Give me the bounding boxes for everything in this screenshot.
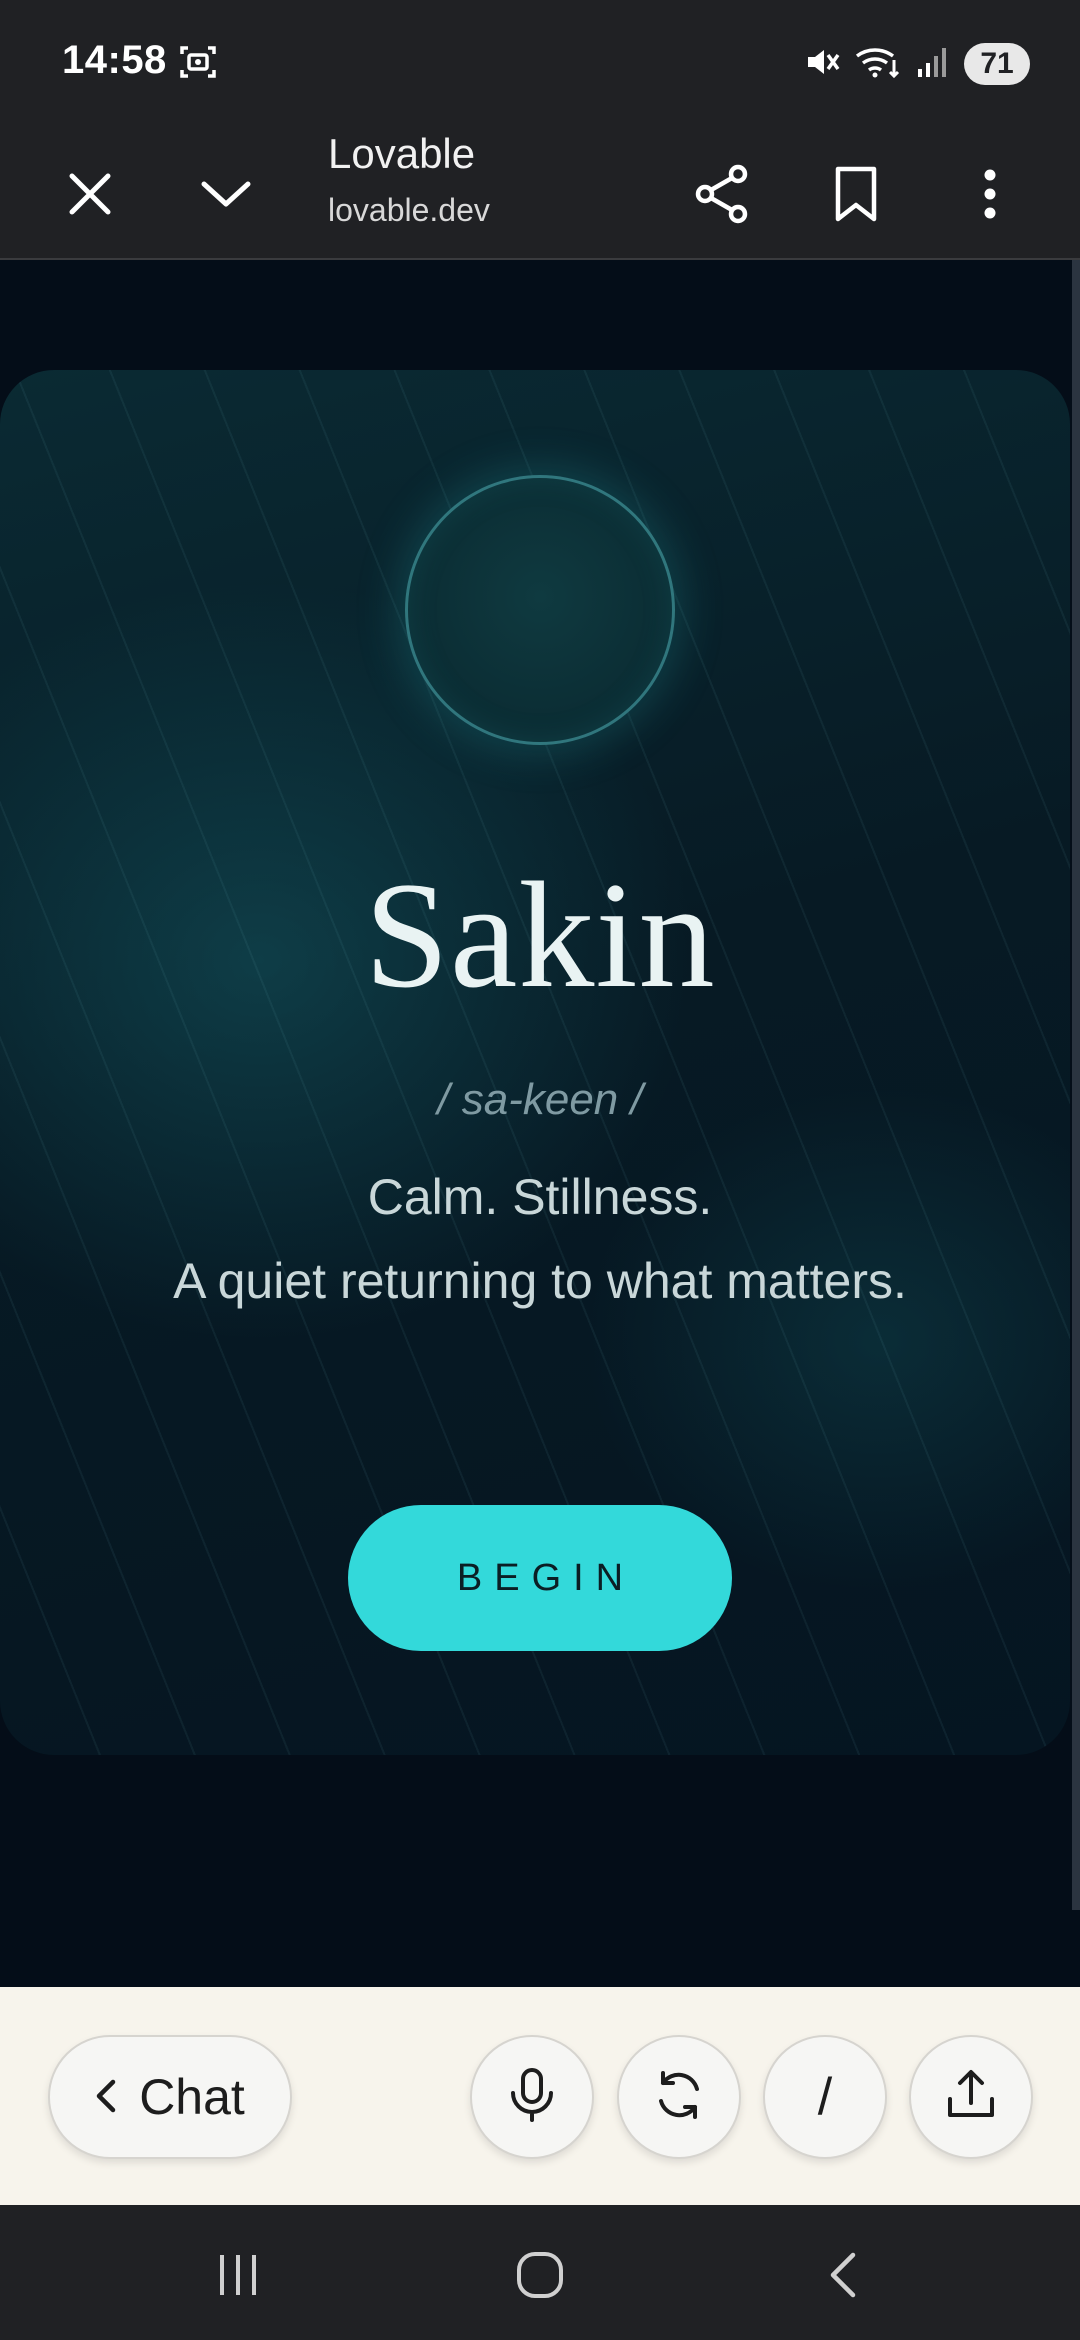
page-url[interactable]: lovable.dev [328, 192, 490, 229]
hero-tagline-2: A quiet returning to what matters. [173, 1253, 907, 1309]
bottom-app-bar: Chat / [0, 1987, 1080, 2205]
hero-phonetic: / sa-keen / [437, 1075, 643, 1124]
share-upload-button[interactable] [909, 2035, 1033, 2159]
status-icons: 71 [804, 36, 1030, 92]
browser-toolbar: Lovable lovable.dev [0, 128, 1080, 260]
battery-icon: 71 [964, 43, 1030, 85]
chat-button[interactable]: Chat [48, 2035, 292, 2159]
screenshot-icon [178, 42, 218, 82]
chevron-left-icon [95, 2068, 117, 2126]
page-title: Lovable [328, 130, 476, 177]
wifi-icon [854, 44, 902, 85]
chat-label: Chat [139, 2069, 245, 2125]
close-icon[interactable] [54, 158, 126, 230]
signal-icon [916, 45, 950, 84]
begin-button[interactable]: BEGIN [348, 1505, 732, 1651]
mic-button[interactable] [470, 2035, 594, 2159]
recents-icon[interactable] [198, 2235, 278, 2315]
hero-tagline-1: Calm. Stillness. [367, 1169, 713, 1225]
refresh-button[interactable] [617, 2035, 741, 2159]
status-bar: 14:58 71 [0, 0, 1080, 128]
share-icon[interactable] [686, 158, 758, 230]
system-nav-bar [0, 2205, 1080, 2340]
slash-button[interactable]: / [763, 2035, 887, 2159]
slash-label: / [817, 2068, 833, 2126]
refresh-icon [653, 2069, 705, 2126]
bookmark-icon[interactable] [820, 158, 892, 230]
hero-title: Sakin [364, 851, 716, 1019]
status-time: 14:58 [62, 38, 167, 82]
home-icon[interactable] [500, 2235, 580, 2315]
mute-icon [804, 44, 840, 85]
upload-icon [946, 2069, 996, 2126]
hero-orb [405, 475, 675, 745]
more-vert-icon[interactable] [954, 158, 1026, 230]
back-icon[interactable] [802, 2235, 882, 2315]
mic-icon [509, 2067, 555, 2128]
chevron-down-icon[interactable] [190, 158, 262, 230]
